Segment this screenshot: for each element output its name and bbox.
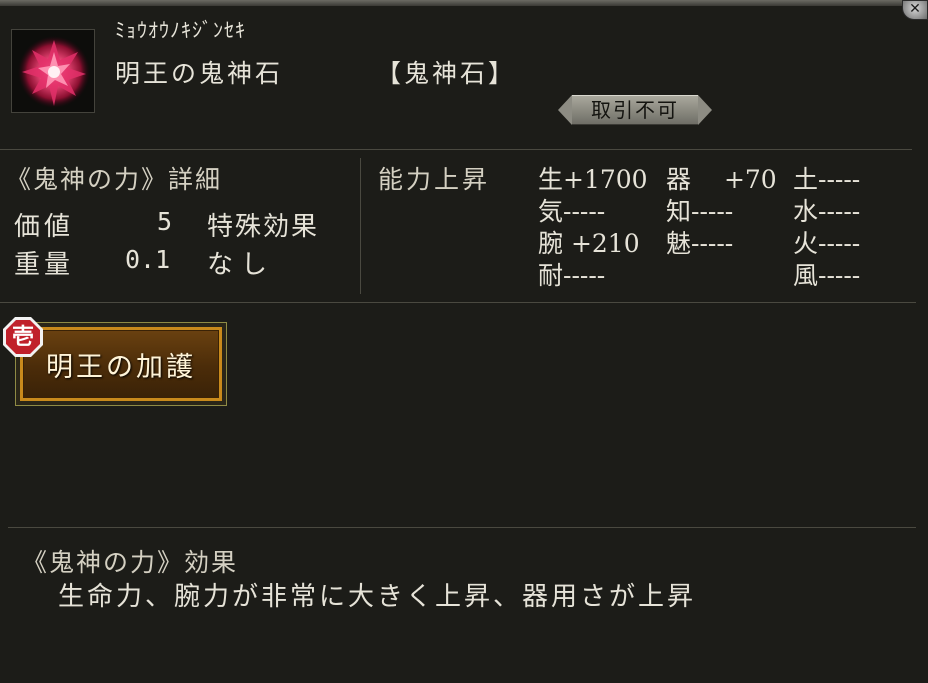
stat-arm: 腕 +210 bbox=[538, 229, 640, 258]
value-amount: 5 bbox=[157, 207, 173, 236]
close-button[interactable]: ✕ bbox=[902, 0, 928, 20]
value-label: 価値 bbox=[14, 212, 75, 242]
stat-dexterity: 器 +70 bbox=[666, 165, 777, 194]
stat-wind: 風----- bbox=[793, 261, 861, 290]
stat-intelligence: 知----- bbox=[666, 197, 734, 226]
item-type: 【鬼神石】 bbox=[376, 59, 517, 88]
stat-charm: 魅----- bbox=[666, 229, 734, 258]
item-reading: ﾐｮｳｵｳﾉｷｼﾞﾝｾｷ bbox=[115, 18, 246, 42]
details-section-title: 《鬼神の力》詳細 bbox=[6, 165, 223, 194]
stat-water: 水----- bbox=[793, 197, 861, 226]
weight-amount: 0.1 bbox=[125, 245, 171, 274]
stat-endurance: 耐----- bbox=[538, 261, 606, 290]
divider-bottom bbox=[8, 527, 916, 528]
special-effect-value: なし bbox=[207, 250, 276, 280]
window-top-bar bbox=[0, 0, 928, 6]
effect-button-label: 明王の加護 bbox=[46, 352, 196, 383]
trade-status-badge: 取引不可 bbox=[558, 95, 712, 125]
chevron-left-icon bbox=[558, 95, 572, 125]
stat-earth: 土----- bbox=[793, 165, 861, 194]
divider-vertical bbox=[360, 158, 361, 294]
effect-description: 生命力、腕力が非常に大きく上昇、器用さが上昇 bbox=[58, 582, 697, 612]
trade-status-label: 取引不可 bbox=[591, 98, 679, 122]
rank-label: 壱 bbox=[11, 324, 34, 350]
rank-badge: 壱 bbox=[2, 316, 44, 358]
stats-section-title: 能力上昇 bbox=[378, 165, 491, 194]
red-crystal-icon bbox=[18, 36, 90, 108]
item-name: 明王の鬼神石 bbox=[115, 59, 284, 88]
item-icon-frame bbox=[11, 29, 95, 113]
effect-section-title: 《鬼神の力》効果 bbox=[22, 548, 239, 577]
stat-ki: 気----- bbox=[538, 197, 606, 226]
stat-fire: 火----- bbox=[793, 229, 861, 258]
divider-middle bbox=[0, 302, 916, 303]
divider-top bbox=[0, 149, 912, 150]
close-icon: ✕ bbox=[909, 1, 921, 17]
effect-button[interactable]: 明王の加護 bbox=[15, 322, 227, 406]
weight-label: 重量 bbox=[14, 250, 75, 280]
chevron-right-icon bbox=[698, 95, 712, 125]
special-effect-label: 特殊効果 bbox=[207, 212, 320, 242]
stat-life: 生+1700 bbox=[538, 165, 648, 194]
